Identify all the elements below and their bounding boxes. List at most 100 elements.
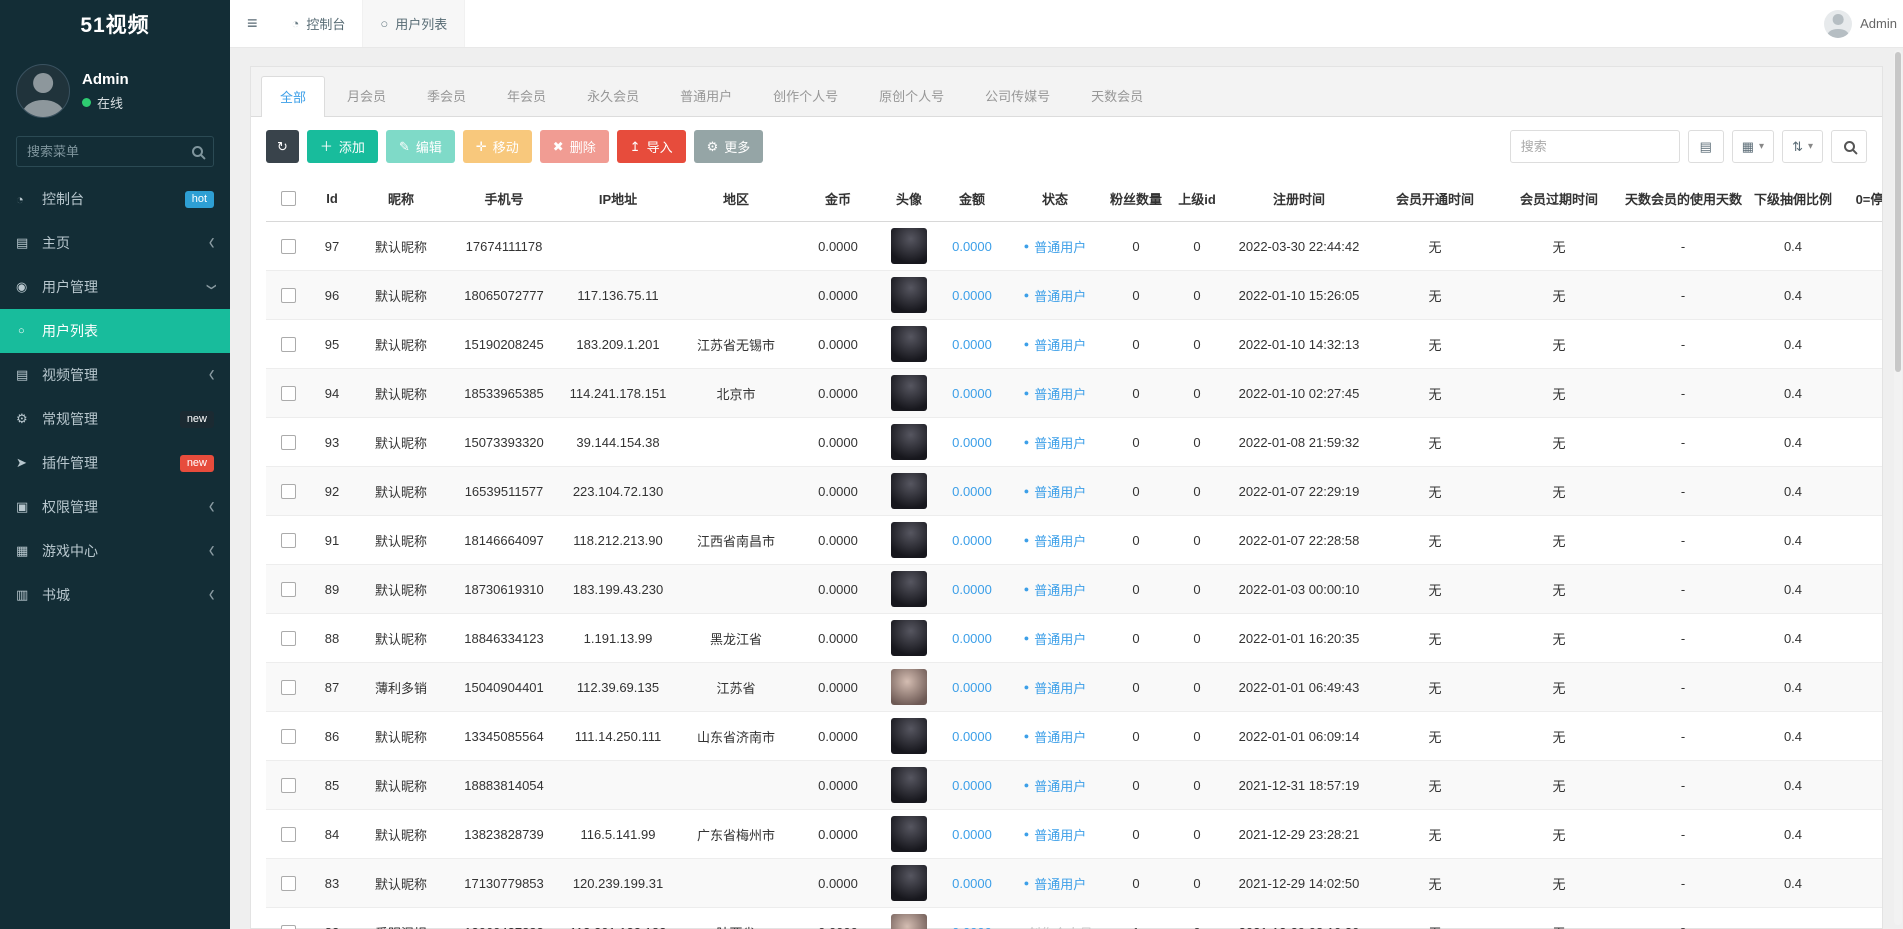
- filter-tab-2[interactable]: 季会员: [408, 75, 485, 116]
- column-header-14[interactable]: 天数会员的使用天数: [1621, 176, 1745, 222]
- delete-button[interactable]: ✖ 删除: [539, 130, 609, 163]
- row-checkbox[interactable]: [281, 826, 296, 842]
- column-header-1[interactable]: 昵称: [353, 176, 449, 222]
- column-header-4[interactable]: 地区: [677, 176, 795, 222]
- chevron-down-icon: ‹: [197, 284, 224, 290]
- column-header-3[interactable]: IP地址: [559, 176, 677, 222]
- amount-link[interactable]: 0.0000: [952, 239, 992, 254]
- amount-link[interactable]: 0.0000: [952, 386, 992, 401]
- filter-tab-4[interactable]: 永久会员: [568, 75, 658, 116]
- row-checkbox[interactable]: [281, 777, 296, 793]
- column-header-16[interactable]: 0=停用: [1841, 176, 1882, 222]
- edit-button[interactable]: ✎ 编辑: [385, 130, 455, 163]
- dashboard-icon: ◔: [291, 16, 300, 31]
- row-checkbox[interactable]: [281, 630, 296, 646]
- sidebar-item-user-mgmt[interactable]: ◉ 用户管理 ‹: [0, 265, 230, 309]
- search-icon[interactable]: [192, 146, 203, 157]
- sidebar-item-book-city[interactable]: ▥ 书城 ‹: [0, 573, 230, 617]
- gear-icon: ⚙: [706, 139, 719, 154]
- row-checkbox[interactable]: [281, 434, 296, 450]
- scrollbar-thumb[interactable]: [1895, 52, 1901, 372]
- amount-link[interactable]: 0.0000: [952, 778, 992, 793]
- user-icon: ◉: [16, 279, 28, 294]
- cell-id: 91: [311, 515, 353, 565]
- filter-tab-8[interactable]: 公司传媒号: [966, 75, 1069, 116]
- row-checkbox[interactable]: [281, 728, 296, 744]
- column-header-10[interactable]: 上级id: [1169, 176, 1225, 222]
- cell-region: [677, 466, 795, 516]
- sidebar-item-home[interactable]: ▤ 主页 ‹: [0, 221, 230, 265]
- column-header-5[interactable]: 金币: [795, 176, 881, 222]
- amount-link[interactable]: 0.0000: [952, 729, 992, 744]
- sidebar-item-game-center[interactable]: ▦ 游戏中心 ‹: [0, 529, 230, 573]
- column-header-11[interactable]: 注册时间: [1225, 176, 1373, 222]
- filter-tab-1[interactable]: 月会员: [328, 75, 405, 116]
- select-all-checkbox[interactable]: [281, 191, 296, 206]
- tab-console[interactable]: ◔ 控制台: [275, 0, 364, 47]
- column-header-6[interactable]: 头像: [881, 176, 937, 222]
- amount-link[interactable]: 0.0000: [952, 484, 992, 499]
- sidebar-item-auth-mgmt[interactable]: ▣ 权限管理 ‹: [0, 485, 230, 529]
- filter-tab-5[interactable]: 普通用户: [661, 75, 751, 116]
- tab-user-list[interactable]: ○ 用户列表: [363, 0, 466, 47]
- sidebar-item-addon-mgmt[interactable]: ➤ 插件管理 new: [0, 441, 230, 485]
- amount-link[interactable]: 0.0000: [952, 582, 992, 597]
- column-header-9[interactable]: 粉丝数量: [1103, 176, 1169, 222]
- online-dot-icon: [82, 97, 91, 107]
- amount-link[interactable]: 0.0000: [952, 680, 992, 695]
- amount-link[interactable]: 0.0000: [952, 925, 992, 929]
- cell-region: [677, 858, 795, 908]
- status-badge: ● 普通用户: [1024, 286, 1086, 305]
- scrollbar[interactable]: [1894, 50, 1902, 925]
- row-checkbox[interactable]: [281, 679, 296, 695]
- row-checkbox[interactable]: [281, 287, 296, 303]
- row-checkbox[interactable]: [281, 875, 296, 891]
- amount-link[interactable]: 0.0000: [952, 533, 992, 548]
- column-header-12[interactable]: 会员开通时间: [1373, 176, 1497, 222]
- menu-search-input[interactable]: [27, 144, 184, 159]
- filter-tab-7[interactable]: 原创个人号: [860, 75, 963, 116]
- refresh-button[interactable]: ↻: [266, 130, 299, 163]
- more-button[interactable]: ⚙ 更多: [693, 130, 764, 163]
- move-button[interactable]: ✛ 移动: [462, 130, 532, 163]
- row-checkbox[interactable]: [281, 924, 296, 929]
- row-checkbox[interactable]: [281, 532, 296, 548]
- column-header-8[interactable]: 状态: [1007, 176, 1103, 222]
- export-button[interactable]: ⇅ ▾: [1782, 130, 1823, 163]
- filter-tab-3[interactable]: 年会员: [488, 75, 565, 116]
- sidebar-item-console[interactable]: ◔ 控制台 hot: [0, 177, 230, 221]
- table-row: 88 默认昵称 18846334123 1.191.13.99 黑龙江省 0.0000 0.…: [266, 613, 1882, 663]
- filter-tab-0[interactable]: 全部: [261, 76, 326, 117]
- column-header-0[interactable]: Id: [311, 176, 353, 222]
- amount-link[interactable]: 0.0000: [952, 337, 992, 352]
- sidebar-item-user-list[interactable]: ○ 用户列表: [0, 309, 230, 353]
- cell-reg-time: 2022-01-01 06:49:43: [1225, 662, 1373, 712]
- columns-button[interactable]: ▦ ▾: [1731, 130, 1775, 163]
- amount-link[interactable]: 0.0000: [952, 435, 992, 450]
- sidebar-item-video-mgmt[interactable]: ▤ 视频管理 ‹: [0, 353, 230, 397]
- row-checkbox[interactable]: [281, 238, 296, 254]
- column-header-7[interactable]: 金额: [937, 176, 1007, 222]
- amount-link[interactable]: 0.0000: [952, 631, 992, 646]
- filter-tab-6[interactable]: 创作个人号: [754, 75, 857, 116]
- amount-link[interactable]: 0.0000: [952, 288, 992, 303]
- cell-parent-id: 0: [1169, 760, 1225, 810]
- amount-link[interactable]: 0.0000: [952, 876, 992, 891]
- filter-tab-9[interactable]: 天数会员: [1072, 75, 1162, 116]
- search-button[interactable]: [1831, 130, 1867, 163]
- add-button[interactable]: ＋ 添加: [306, 130, 378, 163]
- amount-link[interactable]: 0.0000: [952, 827, 992, 842]
- table-search-input[interactable]: [1509, 130, 1680, 163]
- row-checkbox[interactable]: [281, 336, 296, 352]
- row-checkbox[interactable]: [281, 581, 296, 597]
- column-header-2[interactable]: 手机号: [449, 176, 559, 222]
- hamburger-icon[interactable]: ≡: [230, 0, 275, 47]
- column-header-13[interactable]: 会员过期时间: [1497, 176, 1621, 222]
- topbar-user-menu[interactable]: Admin: [1812, 0, 1903, 47]
- row-checkbox[interactable]: [281, 385, 296, 401]
- table-view-button[interactable]: ▤: [1687, 130, 1724, 163]
- import-button[interactable]: ↥ 导入: [616, 130, 686, 163]
- row-checkbox[interactable]: [281, 483, 296, 499]
- column-header-15[interactable]: 下级抽佣比例: [1745, 176, 1841, 222]
- sidebar-item-general-mgmt[interactable]: ⚙ 常规管理 new: [0, 397, 230, 441]
